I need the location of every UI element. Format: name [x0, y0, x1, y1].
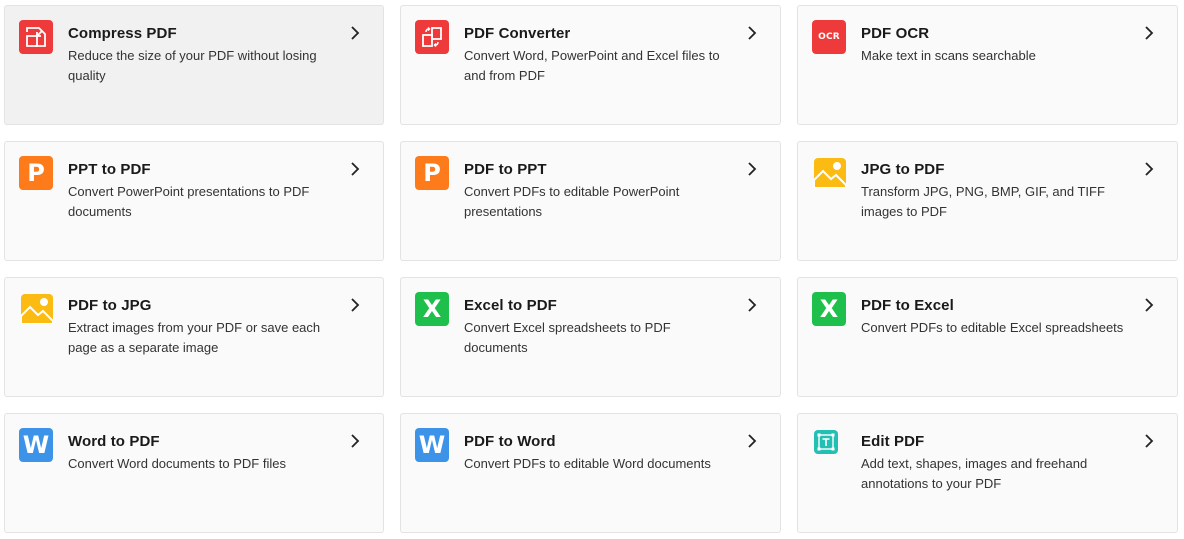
tool-card-edit-pdf[interactable]: Edit PDF Add text, shapes, images and fr…: [797, 413, 1178, 533]
excel-icon-letter: X: [819, 295, 839, 323]
tool-card-pdf-to-ppt[interactable]: P PDF to PPT Convert PDFs to editable Po…: [400, 141, 781, 261]
tool-title: PPT to PDF: [68, 161, 151, 178]
tool-description: Add text, shapes, images and freehand an…: [861, 456, 1088, 491]
tool-title: PDF to Excel: [861, 297, 954, 314]
word-icon: W: [19, 428, 53, 462]
tool-card-pdf-to-word[interactable]: W PDF to Word Convert PDFs to editable W…: [400, 413, 781, 533]
tool-title: PDF to JPG: [68, 297, 152, 314]
powerpoint-icon-letter: P: [27, 159, 45, 187]
tool-title: JPG to PDF: [861, 161, 945, 178]
chevron-right-icon: [748, 434, 757, 448]
tool-card-jpg-to-pdf[interactable]: JPG to PDF Transform JPG, PNG, BMP, GIF,…: [797, 141, 1178, 261]
tool-description: Convert Excel spreadsheets to PDF docume…: [464, 320, 671, 355]
chevron-right-icon: [351, 162, 360, 176]
chevron-right-icon: [1145, 162, 1154, 176]
image-icon: [814, 158, 846, 188]
tool-card-excel-to-pdf[interactable]: X Excel to PDF Convert Excel spreadsheet…: [400, 277, 781, 397]
tool-title: Excel to PDF: [464, 297, 557, 314]
tool-card-pdf-to-jpg[interactable]: PDF to JPG Extract images from your PDF …: [4, 277, 384, 397]
chevron-right-icon: [351, 434, 360, 448]
excel-icon: X: [812, 292, 846, 326]
chevron-right-icon: [1145, 26, 1154, 40]
tool-description: Convert Word documents to PDF files: [68, 456, 286, 471]
chevron-right-icon: [351, 26, 360, 40]
tools-grid: Compress PDF Reduce the size of your PDF…: [0, 0, 1184, 539]
tool-card-pdf-converter[interactable]: PDF Converter Convert Word, PowerPoint a…: [400, 5, 781, 125]
chevron-right-icon: [351, 298, 360, 312]
tool-description: Convert Word, PowerPoint and Excel files…: [464, 48, 720, 83]
chevron-right-icon: [748, 26, 757, 40]
excel-icon-letter: X: [422, 295, 442, 323]
ocr-icon-label: OCR: [818, 32, 840, 42]
tool-card-compress-pdf[interactable]: Compress PDF Reduce the size of your PDF…: [4, 5, 384, 125]
tool-card-word-to-pdf[interactable]: W Word to PDF Convert Word documents to …: [4, 413, 384, 533]
image-icon: [21, 294, 53, 324]
tool-description: Make text in scans searchable: [861, 48, 1036, 63]
compress-icon: [19, 20, 53, 54]
chevron-right-icon: [1145, 434, 1154, 448]
chevron-right-icon: [748, 162, 757, 176]
excel-icon: X: [415, 292, 449, 326]
tool-title: PDF Converter: [464, 25, 571, 42]
tool-description: Convert PDFs to editable PowerPoint pres…: [464, 184, 680, 219]
tool-title: Compress PDF: [68, 25, 177, 42]
tool-card-pdf-to-excel[interactable]: X PDF to Excel Convert PDFs to editable …: [797, 277, 1178, 397]
tool-title: PDF OCR: [861, 25, 930, 42]
powerpoint-icon: P: [415, 156, 449, 190]
tool-title: PDF to PPT: [464, 161, 547, 178]
tool-description: Convert PDFs to editable Excel spreadshe…: [861, 320, 1124, 335]
edit-text-icon: [814, 430, 838, 454]
word-icon-letter: W: [418, 431, 446, 459]
tool-description: Reduce the size of your PDF without losi…: [68, 48, 317, 83]
tool-description: Convert PDFs to editable Word documents: [464, 456, 711, 471]
convert-icon: [415, 20, 449, 54]
tool-card-pdf-ocr[interactable]: OCR PDF OCR Make text in scans searchabl…: [797, 5, 1178, 125]
tool-card-ppt-to-pdf[interactable]: P PPT to PDF Convert PowerPoint presenta…: [4, 141, 384, 261]
chevron-right-icon: [748, 298, 757, 312]
word-icon: W: [415, 428, 449, 462]
tool-title: Edit PDF: [861, 433, 925, 450]
tool-title: PDF to Word: [464, 433, 556, 450]
tool-description: Extract images from your PDF or save eac…: [68, 320, 321, 355]
chevron-right-icon: [1145, 298, 1154, 312]
powerpoint-icon-letter: P: [423, 159, 441, 187]
tool-title: Word to PDF: [68, 433, 160, 450]
tool-description: Transform JPG, PNG, BMP, GIF, and TIFF i…: [861, 184, 1105, 219]
ocr-icon: OCR: [812, 20, 846, 54]
word-icon-letter: W: [22, 431, 50, 459]
powerpoint-icon: P: [19, 156, 53, 190]
tool-description: Convert PowerPoint presentations to PDF …: [68, 184, 310, 219]
